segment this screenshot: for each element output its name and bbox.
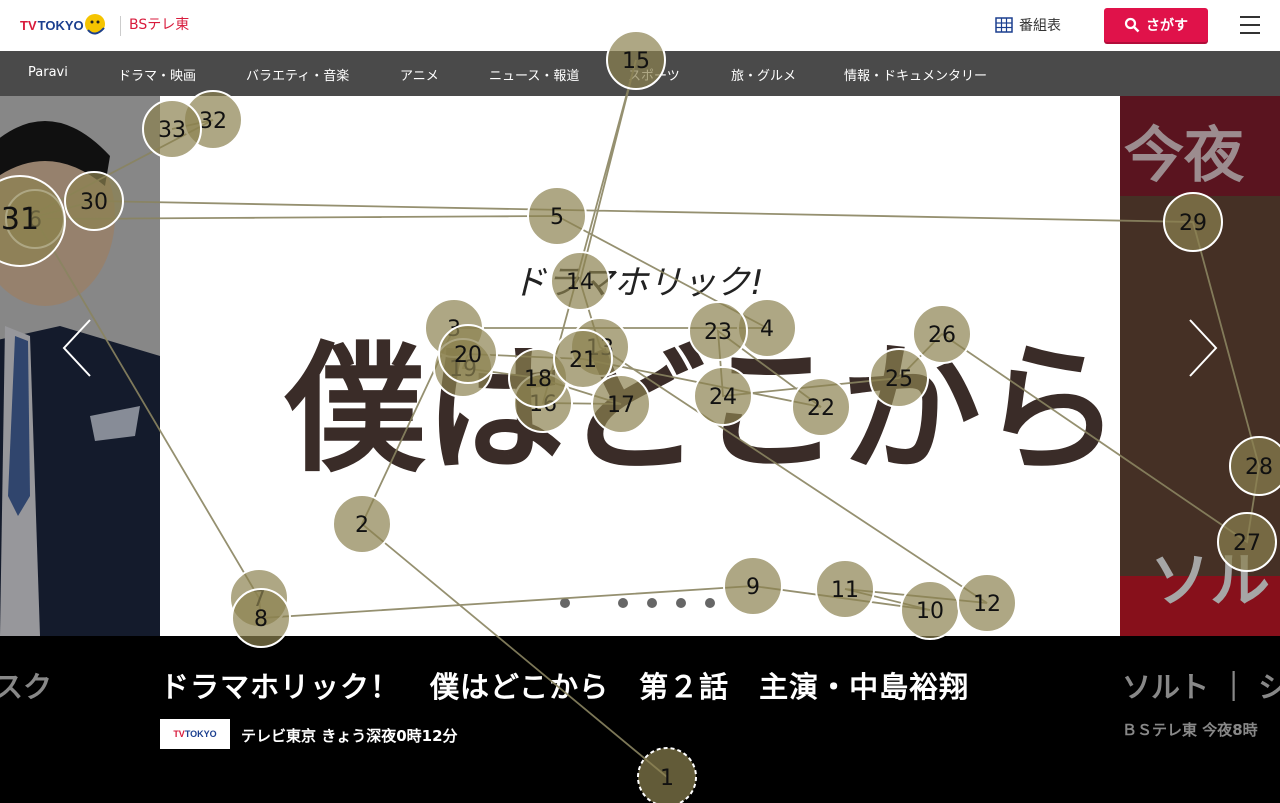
chevron-left-icon[interactable] (62, 318, 92, 378)
slide-caption: スク ドラマホリック！ 僕はどこから 第２話 主演・中島裕翔 TV TOKYO … (0, 636, 1280, 803)
hero-carousel: ドラマホリック! 僕はどこから 今夜 ソル (0, 96, 1280, 636)
channel-logo-tokyo: TOKYO (184, 729, 217, 739)
broadcast-time: テレビ東京 きょう深夜0時12分 (241, 727, 458, 745)
next-slide-preview[interactable]: 今夜 ソル (1120, 96, 1280, 636)
logo-divider (120, 16, 121, 36)
nav-item-info[interactable]: 情報・ドキュメンタリー (844, 65, 987, 84)
nav-item-paravi[interactable]: Paravi (28, 65, 68, 80)
schedule-label: 番組表 (1019, 18, 1061, 34)
next-caption-title[interactable]: ソルト ｜ シ (1122, 664, 1280, 706)
nav-item-anime[interactable]: アニメ (400, 65, 439, 84)
carousel-dot[interactable] (705, 598, 715, 608)
bs-tv-tokyo-logo[interactable]: BSテレ東 (129, 14, 189, 34)
tv-tokyo-logo[interactable]: TV TOKYO (20, 12, 84, 38)
schedule-link[interactable]: 番組表 (995, 15, 1061, 35)
search-label: さがす (1146, 18, 1188, 34)
current-slide[interactable]: ドラマホリック! 僕はどこから (160, 96, 1121, 636)
carousel-pagination (560, 598, 715, 608)
chevron-right-icon[interactable] (1188, 318, 1218, 378)
title-big-text: 僕はどこから (284, 329, 1120, 492)
site-header: TV TOKYO BSテレ東 番組表 さがす (0, 0, 1280, 51)
grid-icon (995, 17, 1013, 33)
search-button[interactable]: さがす (1104, 8, 1208, 42)
carousel-dot[interactable] (560, 598, 570, 608)
menu-bar (1240, 16, 1260, 18)
nav-item-news[interactable]: ニュース・報道 (489, 65, 579, 84)
carousel-dot[interactable] (647, 598, 657, 608)
mascot-icon (85, 14, 105, 35)
nav-item-travel[interactable]: 旅・グルメ (731, 65, 796, 84)
logo-tokyo-text: TOKYO (37, 17, 84, 33)
nav-item-drama[interactable]: ドラマ・映画 (118, 65, 196, 84)
title-small-text: ドラマホリック! (512, 263, 764, 303)
prev-caption-title[interactable]: スク (0, 664, 52, 706)
menu-bar (1240, 32, 1260, 34)
search-icon (1124, 17, 1140, 33)
nav-item-sports[interactable]: スポーツ (628, 65, 680, 84)
carousel-dot[interactable] (676, 598, 686, 608)
channel-logo-tv: TV (173, 729, 185, 739)
logo-tv-text: TV (20, 17, 37, 33)
drama-title-image: ドラマホリック! 僕はどこから (160, 96, 1121, 636)
current-caption-title[interactable]: ドラマホリック！ 僕はどこから 第２話 主演・中島裕翔 (160, 664, 969, 706)
nav-item-variety[interactable]: バラエティ・音楽 (246, 65, 349, 84)
prev-slide-preview[interactable] (0, 96, 160, 636)
category-nav: Paravi ドラマ・映画 バラエティ・音楽 アニメ ニュース・報道 スポーツ … (0, 51, 1280, 96)
next-broadcast-time: ＢＳテレ東 今夜8時 (1122, 721, 1258, 739)
hamburger-menu-button[interactable] (1238, 14, 1262, 36)
menu-bar (1240, 24, 1260, 26)
carousel-dot[interactable] (618, 598, 628, 608)
channel-logo: TV TOKYO (160, 719, 230, 749)
